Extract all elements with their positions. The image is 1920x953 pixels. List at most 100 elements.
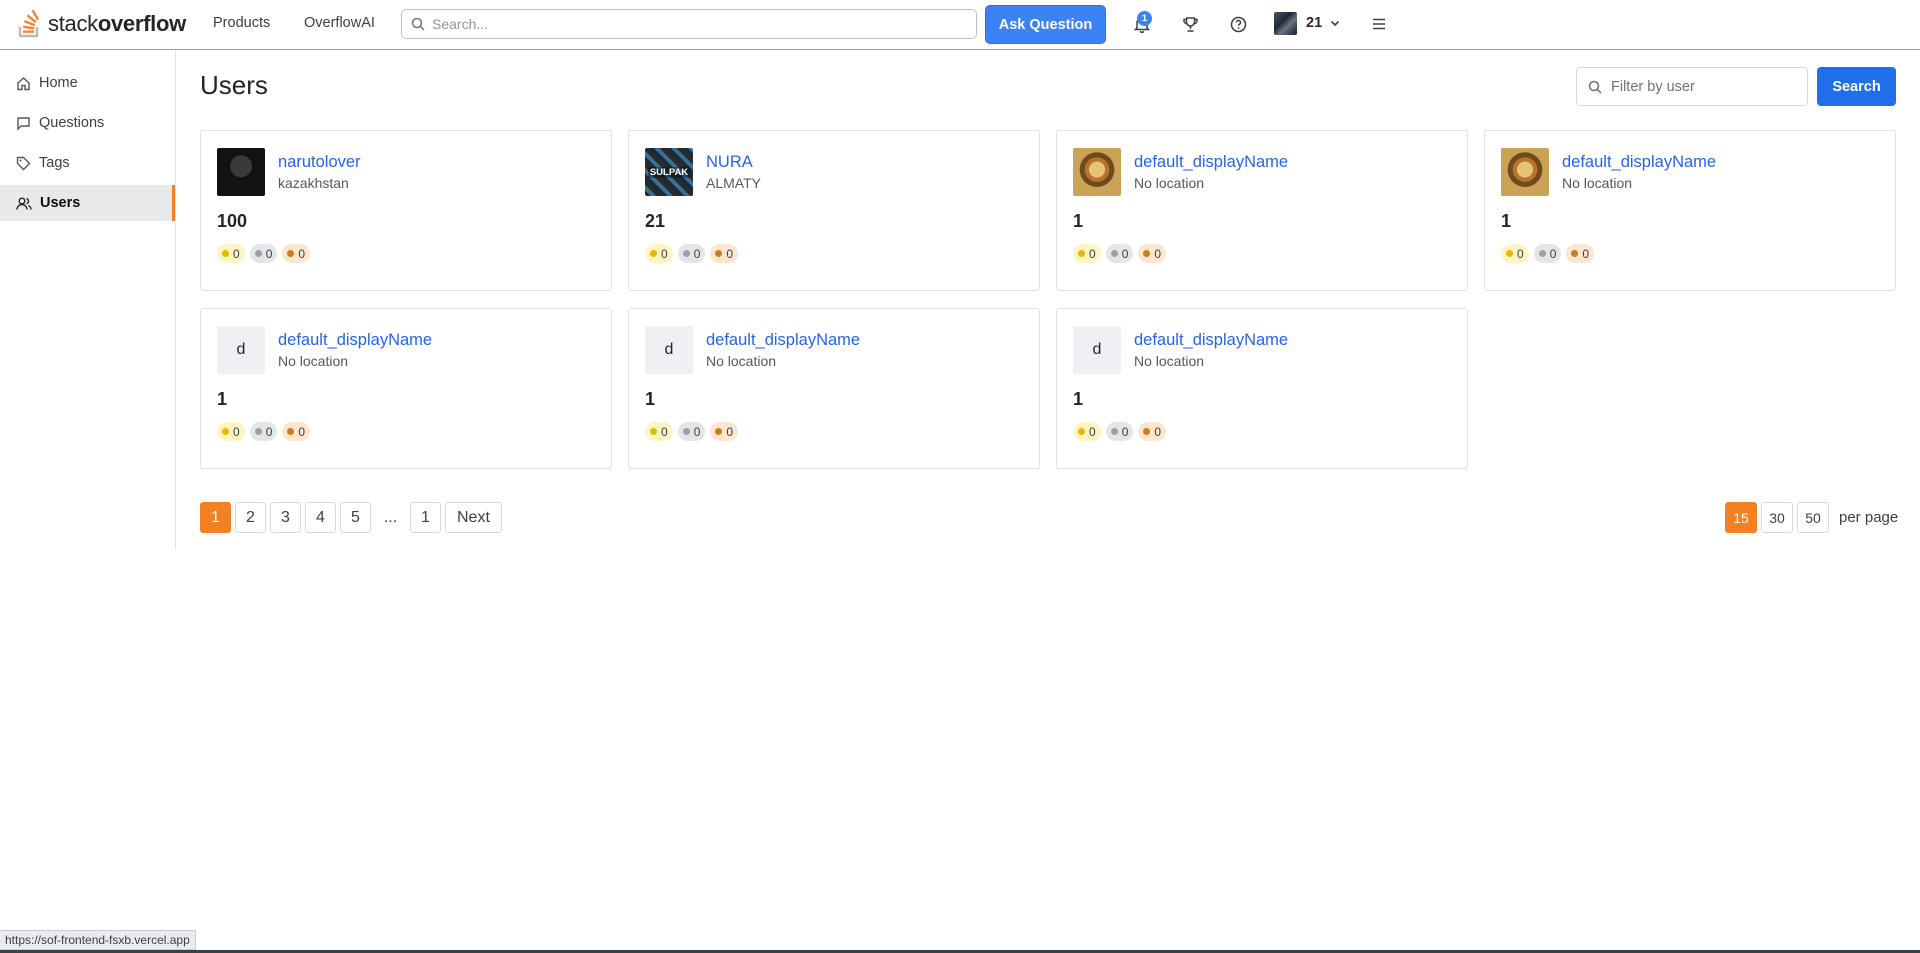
pagination: 1 2 3 4 5 ... 1 Next (200, 502, 502, 533)
sidebar-item-label: Questions (39, 115, 105, 131)
bronze-badge: 0 (1138, 422, 1167, 441)
user-avatar[interactable] (1274, 12, 1297, 35)
user-avatar[interactable]: d (645, 326, 693, 374)
badge-counts: 0 0 0 (645, 244, 739, 263)
gold-badge: 0 (1073, 244, 1101, 263)
silver-badge: 0 (1105, 422, 1134, 441)
gold-badge: 0 (1073, 422, 1101, 441)
user-avatar[interactable]: SULPAK (645, 148, 693, 196)
gold-badge: 0 (217, 244, 245, 263)
user-avatar[interactable] (1073, 148, 1121, 196)
sidebar-item-questions[interactable]: Questions (0, 105, 175, 141)
stackoverflow-logo-icon (18, 10, 40, 38)
user-name-link[interactable]: narutolover (278, 153, 361, 172)
user-reputation: 1 (217, 389, 228, 409)
page-button-3[interactable]: 3 (270, 502, 301, 533)
sidebar-item-tags[interactable]: Tags (0, 145, 175, 181)
next-page-button[interactable]: Next (445, 502, 502, 533)
search-icon (1588, 80, 1602, 94)
user-avatar[interactable] (217, 148, 265, 196)
user-reputation: 1 (1073, 389, 1084, 409)
search-icon (411, 17, 425, 31)
help-circle-icon (1230, 16, 1246, 32)
global-search[interactable] (401, 9, 977, 39)
per-page-option-15[interactable]: 15 (1725, 502, 1757, 533)
user-card: default_displayName No location 1 0 0 0 (1484, 130, 1896, 291)
user-name-link[interactable]: default_displayName (1134, 331, 1288, 350)
user-location: ALMATY (706, 175, 761, 191)
user-avatar[interactable]: d (217, 326, 265, 374)
trophy-icon (1182, 16, 1198, 32)
page-button-5[interactable]: 5 (340, 502, 371, 533)
user-card: SULPAK NURA ALMATY 21 0 0 0 (628, 130, 1040, 291)
user-reputation: 1 (1073, 211, 1084, 231)
help-button[interactable] (1228, 14, 1248, 34)
bronze-badge: 0 (710, 244, 739, 263)
user-card: d default_displayName No location 1 0 0 … (200, 308, 612, 469)
user-reputation[interactable]: 21 (1306, 15, 1322, 31)
page-button-4[interactable]: 4 (305, 502, 336, 533)
page-title: Users (200, 70, 268, 100)
user-card: d default_displayName No location 1 0 0 … (628, 308, 1040, 469)
user-avatar[interactable]: d (1073, 326, 1121, 374)
user-name-link[interactable]: default_displayName (706, 331, 860, 350)
user-name-link[interactable]: default_displayName (278, 331, 432, 350)
filter-input[interactable] (1611, 78, 1791, 95)
silver-badge: 0 (249, 244, 278, 263)
user-name-link[interactable]: default_displayName (1134, 153, 1288, 172)
user-location: No location (1562, 175, 1633, 191)
nav-overflowai[interactable]: OverflowAI (304, 15, 375, 31)
sidebar-item-label: Home (39, 75, 78, 91)
tag-icon (16, 156, 31, 170)
per-page-selector: 15 30 50 per page (1725, 502, 1898, 533)
per-page-option-50[interactable]: 50 (1797, 502, 1829, 533)
page-ellipsis: ... (375, 502, 406, 533)
notification-count-badge: 1 (1137, 11, 1152, 26)
user-location: kazakhstan (278, 175, 349, 191)
page-button-last[interactable]: 1 (410, 502, 441, 533)
silver-badge: 0 (249, 422, 278, 441)
user-reputation: 100 (217, 211, 248, 231)
sidebar-item-users[interactable]: Users (0, 185, 175, 221)
achievements-button[interactable] (1180, 14, 1200, 34)
silver-badge: 0 (677, 422, 706, 441)
top-bar: stackoverflow Products OverflowAI Ask Qu… (0, 0, 1920, 50)
user-location: No location (706, 353, 777, 369)
sidebar-item-label: Users (40, 195, 81, 211)
gold-badge: 0 (645, 422, 673, 441)
menu-icon[interactable] (1371, 16, 1387, 32)
silver-badge: 0 (677, 244, 706, 263)
bronze-badge: 0 (282, 244, 311, 263)
badge-counts: 0 0 0 (1073, 244, 1167, 263)
left-sidebar: Home Questions Tags Users (0, 50, 176, 550)
sidebar-item-home[interactable]: Home (0, 65, 175, 101)
user-card: narutolover kazakhstan 100 0 0 0 (200, 130, 612, 291)
search-button[interactable]: Search (1817, 67, 1896, 106)
badge-counts: 0 0 0 (217, 244, 311, 263)
bronze-badge: 0 (710, 422, 739, 441)
user-filter[interactable] (1576, 67, 1808, 106)
logo-text: stackoverflow (48, 11, 186, 36)
user-name-link[interactable]: NURA (706, 153, 753, 172)
user-name-link[interactable]: default_displayName (1562, 153, 1716, 172)
per-page-option-30[interactable]: 30 (1761, 502, 1793, 533)
per-page-label: per page (1839, 509, 1899, 526)
chat-icon (17, 116, 30, 131)
ask-question-button[interactable]: Ask Question (985, 5, 1106, 44)
chevron-down-icon[interactable] (1329, 17, 1341, 29)
nav-products[interactable]: Products (213, 15, 270, 31)
logo[interactable]: stackoverflow (18, 9, 186, 39)
user-location: No location (278, 353, 349, 369)
gold-badge: 0 (217, 422, 245, 441)
page-button-1[interactable]: 1 (200, 502, 231, 533)
page-button-2[interactable]: 2 (235, 502, 266, 533)
user-location: No location (1134, 175, 1205, 191)
search-input[interactable] (432, 16, 952, 32)
gold-badge: 0 (1501, 244, 1529, 263)
user-avatar[interactable] (1501, 148, 1549, 196)
user-reputation: 1 (645, 389, 656, 409)
badge-counts: 0 0 0 (1501, 244, 1595, 263)
users-icon (16, 197, 32, 210)
bronze-badge: 0 (1566, 244, 1595, 263)
badge-counts: 0 0 0 (645, 422, 739, 441)
